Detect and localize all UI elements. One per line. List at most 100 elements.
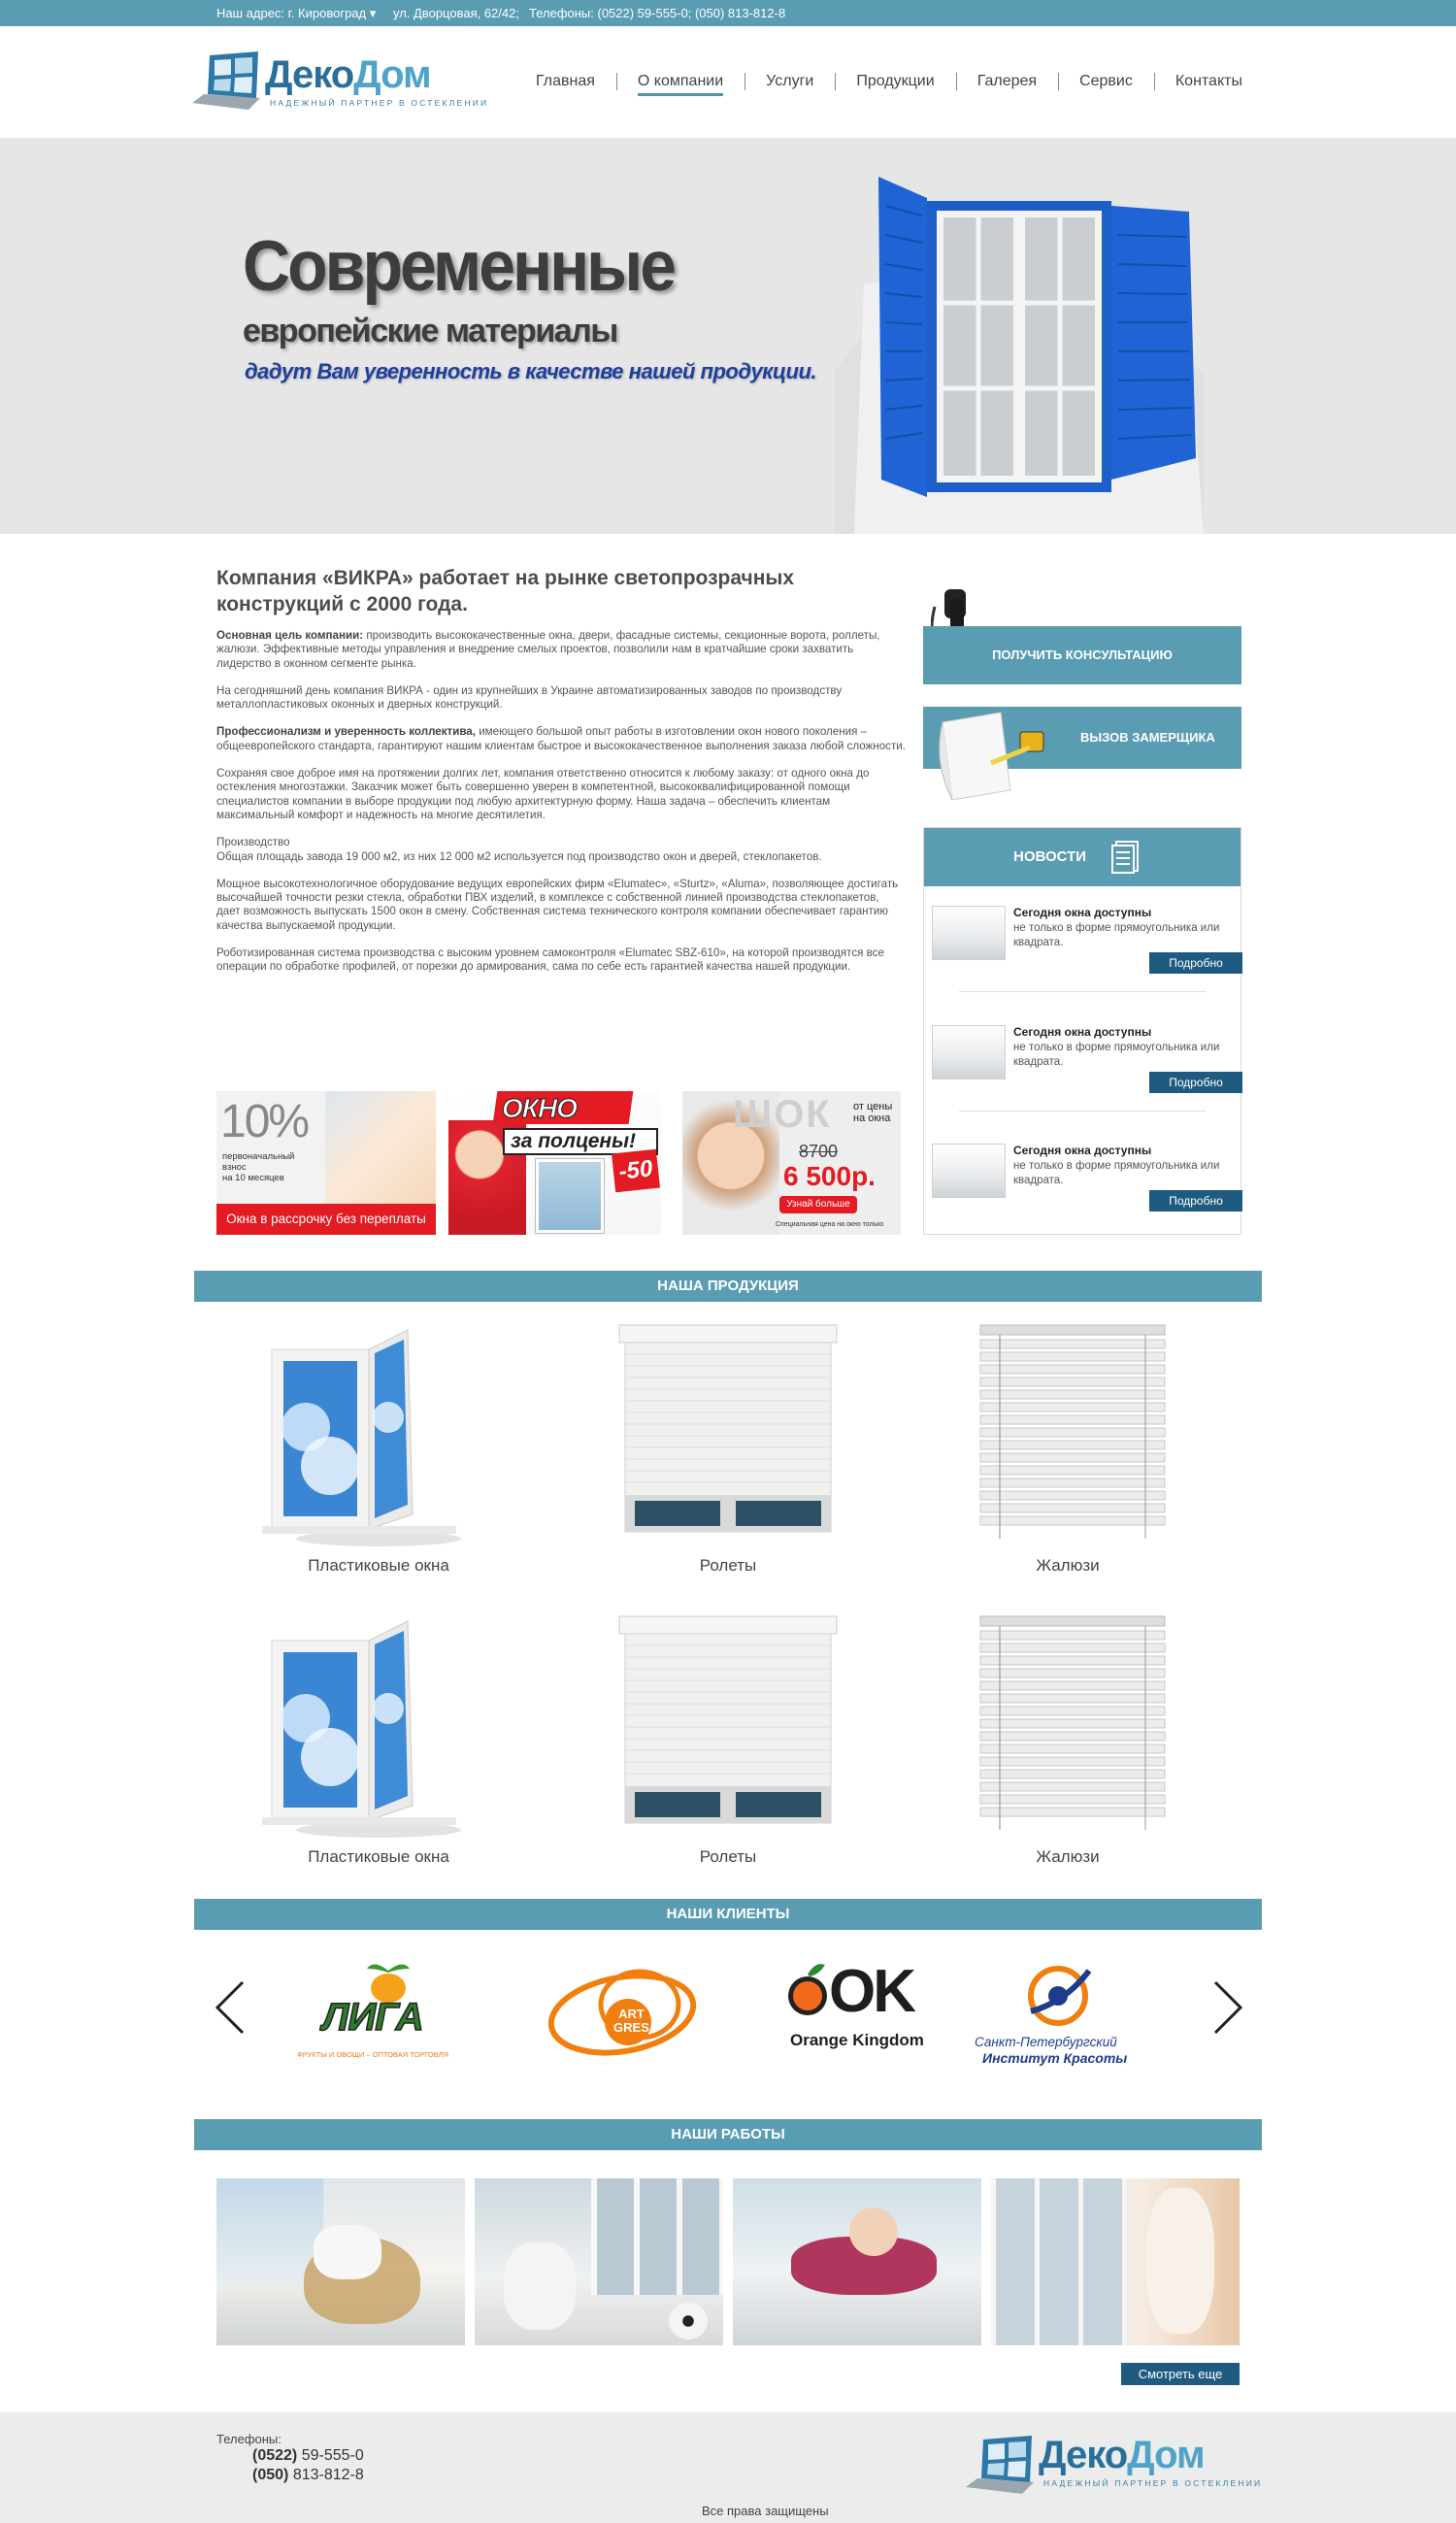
promo-shock-price[interactable]: ШОК от цены на окна 8700 6 500р. Узнай бо… bbox=[682, 1091, 901, 1235]
plastic-window-image bbox=[262, 1620, 461, 1838]
about-paragraph: Производство Общая площадь завода 19 000 … bbox=[216, 836, 822, 863]
chevron-right-icon[interactable] bbox=[1211, 1980, 1244, 2035]
product-card[interactable]: Пластиковые окна bbox=[262, 1611, 495, 1866]
phone-numbers: Телефоны: (0522) 59-555-0; (050) 813-812… bbox=[529, 6, 786, 20]
news-more-button[interactable]: Подробно bbox=[1149, 952, 1242, 974]
ok-wordmark: OK bbox=[829, 1958, 916, 2025]
blinds-image bbox=[979, 1615, 1166, 1830]
footer-phones-label: Телефоны: bbox=[216, 2432, 281, 2446]
chevron-left-icon[interactable] bbox=[214, 1980, 247, 2035]
promo-percent: 10% bbox=[220, 1096, 310, 1147]
product-label[interactable]: Жалюзи bbox=[951, 1556, 1184, 1576]
nav-about[interactable]: О компании bbox=[615, 70, 745, 96]
work-photo-person bbox=[314, 2225, 381, 2279]
logo-wordmark: ДекоДом bbox=[1039, 2434, 1206, 2476]
copyright: Все права защищены bbox=[702, 2504, 829, 2518]
promo-shock-from: от цены на окна bbox=[853, 1101, 893, 1124]
work-photo-cushion bbox=[669, 2303, 708, 2340]
about-paragraph: Основная цель компании: производить высо… bbox=[216, 629, 880, 670]
promo-shock-word: ШОК bbox=[733, 1093, 832, 1136]
top-info-bar: Наш адрес: г. Кировоград ▾ ул. Дворцовая… bbox=[0, 0, 1456, 26]
product-label[interactable]: Пластиковые окна bbox=[262, 1847, 495, 1867]
news-title: НОВОСТИ bbox=[1013, 848, 1087, 865]
ok-tagline: Orange Kingdom bbox=[790, 2031, 924, 2049]
news-divider bbox=[959, 991, 1206, 992]
nav-home[interactable]: Главная bbox=[514, 70, 616, 93]
hero-headline: Современные bbox=[243, 226, 677, 307]
work-photo[interactable] bbox=[733, 2178, 981, 2345]
logo-wordmark: ДекоДом bbox=[265, 53, 432, 96]
orange-fruit-icon bbox=[788, 1964, 827, 2015]
news-item-text: не только в форме прямоугольника или ква… bbox=[1013, 1160, 1220, 1186]
work-photo[interactable] bbox=[991, 2178, 1240, 2345]
news-thumbnail bbox=[932, 906, 1006, 960]
news-header: НОВОСТИ bbox=[924, 828, 1241, 886]
client-logo-orange-kingdom[interactable]: OK Orange Kingdom bbox=[767, 1951, 961, 2068]
footer-logo[interactable]: ДекоДом надежный партнер в остеклении bbox=[966, 2430, 1260, 2498]
promo-learn-more-button[interactable]: Узнай больше bbox=[779, 1196, 857, 1213]
news-item[interactable]: Сегодня окна доступны не только в форме … bbox=[932, 898, 1242, 1003]
news-item-text: не только в форме прямоугольника или ква… bbox=[1013, 1042, 1220, 1068]
footer-phone-1[interactable]: (0522) 59-555-0 bbox=[252, 2447, 364, 2465]
header: ДекоДом надежный партнер в остеклении Гл… bbox=[0, 26, 1456, 138]
nav-contacts[interactable]: Контакты bbox=[1153, 70, 1264, 93]
client-logo-spb-beauty[interactable]: Санкт-Петербургский Институт Красоты bbox=[971, 1951, 1165, 2068]
promo-installment[interactable]: 10% первоначальный взнос на 10 месяцев Окн… bbox=[216, 1091, 436, 1235]
view-more-works-button[interactable]: Смотреть еще bbox=[1121, 2363, 1240, 2385]
news-more-button[interactable]: Подробно bbox=[1149, 1072, 1242, 1093]
get-consultation-button[interactable]: ПОЛУЧИТЬ КОНСУЛЬТАЦИЮ bbox=[923, 626, 1241, 684]
about-paragraph: Сохраняя свое доброе имя на протяжении д… bbox=[216, 767, 870, 821]
roller-shutter-image bbox=[618, 1324, 838, 1533]
work-photo-window bbox=[591, 2178, 723, 2295]
product-label[interactable]: Пластиковые окна bbox=[262, 1556, 495, 1576]
work-photo-person bbox=[504, 2242, 576, 2330]
nav-services[interactable]: Услуги bbox=[745, 70, 835, 93]
work-photo-window bbox=[991, 2178, 1127, 2345]
logo-window-icon bbox=[192, 51, 260, 110]
work-photo[interactable] bbox=[216, 2178, 465, 2345]
product-label[interactable]: Ролеты bbox=[612, 1847, 844, 1867]
footer-phone-2[interactable]: (050) 813-812-8 bbox=[252, 2467, 364, 2484]
clients-section-header: НАШИ КЛИЕНТЫ bbox=[194, 1899, 1262, 1930]
product-card[interactable]: Ролеты bbox=[612, 1611, 844, 1866]
liga-wordmark: ЛИГА bbox=[321, 1995, 424, 2040]
news-item-title[interactable]: Сегодня окна доступны bbox=[1013, 1144, 1151, 1157]
news-item-text: не только в форме прямоугольника или ква… bbox=[1013, 922, 1220, 948]
spb-beauty-emblem-icon bbox=[1028, 1966, 1091, 2026]
work-photo[interactable] bbox=[475, 2178, 723, 2345]
news-item-title[interactable]: Сегодня окна доступны bbox=[1013, 906, 1151, 919]
news-item[interactable]: Сегодня окна доступны не только в форме … bbox=[932, 1136, 1242, 1241]
logo[interactable]: ДекоДом надежный партнер в остеклении bbox=[192, 50, 486, 117]
nav-service[interactable]: Сервис bbox=[1058, 70, 1154, 93]
products-section-header: НАША ПРОДУКЦИЯ bbox=[194, 1271, 1262, 1302]
product-card[interactable]: Жалюзи bbox=[951, 1611, 1184, 1866]
about-paragraph: На сегодняшний день компания ВИКРА - оди… bbox=[216, 683, 843, 712]
about-text: Основная цель компании: производить высо… bbox=[216, 629, 906, 988]
product-card[interactable]: Ролеты bbox=[612, 1320, 844, 1575]
news-more-button[interactable]: Подробно bbox=[1149, 1190, 1242, 1212]
consultation-widget[interactable]: ПОЛУЧИТЬ КОНСУЛЬТАЦИЮ bbox=[923, 580, 1243, 686]
client-logo-liga[interactable]: ЛИГА ФРУКТЫ И ОВОЩИ – ОПТОВАЯ ТОРГОВЛЯ bbox=[291, 1951, 485, 2068]
hero-tagline: дадут Вам уверенность в качестве нашей п… bbox=[245, 359, 817, 383]
nav-products[interactable]: Продукции bbox=[835, 70, 955, 93]
street-address: ул. Дворцовая, 62/42; bbox=[393, 6, 519, 20]
news-item-title[interactable]: Сегодня окна доступны bbox=[1013, 1025, 1151, 1039]
address-selector[interactable]: Наш адрес: г. Кировоград ▾ bbox=[216, 6, 376, 21]
product-card[interactable]: Жалюзи bbox=[951, 1320, 1184, 1575]
nav-gallery[interactable]: Галерея bbox=[955, 70, 1058, 93]
blueprint-tape-measure-icon bbox=[939, 712, 1044, 800]
measurer-widget[interactable]: ВЫЗОВ ЗАМЕРЩИКА bbox=[923, 703, 1243, 810]
work-photo-person bbox=[1146, 2188, 1214, 2334]
client-logo-art-gres[interactable]: ART GRES bbox=[540, 1951, 734, 2068]
hero-banner: Современные европейские материалы дадут … bbox=[0, 138, 1456, 534]
promo-half-price[interactable]: ОКНО за полцены! -50 bbox=[448, 1091, 661, 1235]
blinds-image bbox=[979, 1324, 1166, 1539]
product-card[interactable]: Пластиковые окна bbox=[262, 1320, 495, 1575]
hero-subheadline: европейские материалы bbox=[243, 313, 618, 349]
news-thumbnail bbox=[932, 1144, 1006, 1198]
product-label[interactable]: Жалюзи bbox=[951, 1847, 1184, 1867]
product-label[interactable]: Ролеты bbox=[612, 1556, 844, 1576]
news-item[interactable]: Сегодня окна доступны не только в форме … bbox=[932, 1017, 1242, 1122]
art-gres-wordmark: ART GRES bbox=[613, 2007, 649, 2035]
spb-line1: Санкт-Петербургский bbox=[975, 2035, 1117, 2049]
